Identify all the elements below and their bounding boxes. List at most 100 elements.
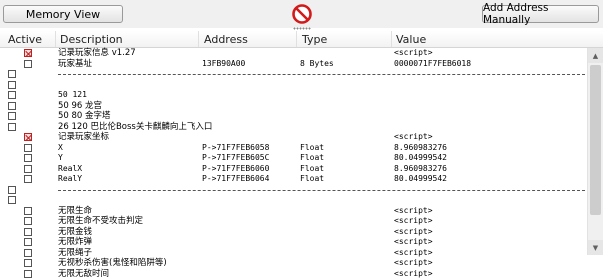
table-row[interactable]: 无限绳子 <script> (0, 248, 603, 259)
active-checkbox[interactable] (8, 196, 16, 204)
table-row[interactable]: RealY P->71F7FEB6064 Float 80.04999542 (0, 174, 603, 185)
table-row[interactable] (0, 80, 603, 91)
active-checkbox[interactable] (24, 154, 32, 162)
value-cell: 80.04999542 (394, 174, 447, 185)
active-checkbox[interactable] (24, 270, 32, 278)
active-checkbox[interactable] (24, 238, 32, 246)
description-cell: 记录玩家坐标 (58, 132, 109, 143)
header-type[interactable]: Type (302, 33, 327, 46)
active-checkbox[interactable] (24, 60, 32, 68)
value-cell: 8.960983276 (394, 143, 447, 154)
active-checkbox[interactable] (8, 123, 16, 131)
table-row[interactable]: 50 121 (0, 90, 603, 101)
header-address[interactable]: Address (204, 33, 248, 46)
table-row[interactable]: 无限炸弹 <script> (0, 237, 603, 248)
description-cell: RealY (58, 174, 82, 185)
active-checkbox[interactable] (24, 144, 32, 152)
active-checkbox[interactable] (24, 133, 32, 141)
type-cell: 8 Bytes (300, 59, 334, 70)
description-cell: 无限无敌时间 (58, 269, 109, 279)
description-cell: 无限金钱 (58, 227, 92, 238)
table-row[interactable]: 无限无敌时间 <script> (0, 269, 603, 279)
prohibit-icon[interactable] (291, 3, 313, 25)
address-cell: P->71F7FEB6058 (202, 143, 269, 154)
table-header: Active Description Address Type Value (0, 31, 603, 48)
table-row[interactable]: X P->71F7FEB6058 Float 8.960983276 (0, 143, 603, 154)
description-cell: 无限生命不受攻击判定 (58, 216, 143, 227)
description-cell: 无视秒杀伤害(鬼怪和陷阱等) (58, 258, 167, 269)
active-checkbox[interactable] (8, 112, 16, 120)
description-cell: 无限绳子 (58, 248, 92, 259)
value-cell: <script> (394, 248, 433, 259)
active-checkbox[interactable] (24, 259, 32, 267)
scroll-up-icon[interactable]: ▲ (588, 48, 603, 63)
description-cell: 记录玩家信息 v1.27 (58, 48, 136, 59)
active-checkbox[interactable] (24, 228, 32, 236)
value-cell: <script> (394, 132, 433, 143)
value-cell: <script> (394, 237, 433, 248)
address-cell: P->71F7FEB6060 (202, 164, 269, 175)
table-row[interactable]: 50 80 金字塔 (0, 111, 603, 122)
active-checkbox[interactable] (8, 70, 16, 78)
type-cell: Float (300, 174, 324, 185)
table-row[interactable] (0, 195, 603, 206)
toolbar: Memory View Add Address Manually (0, 0, 603, 28)
value-cell: 8.960983276 (394, 164, 447, 175)
active-checkbox[interactable] (24, 175, 32, 183)
table-row[interactable]: RealX P->71F7FEB6060 Float 8.960983276 (0, 164, 603, 175)
active-checkbox[interactable] (8, 186, 16, 194)
description-cell: 玩家基址 (58, 59, 92, 70)
value-cell: 0000071F7FEB6018 (394, 59, 471, 70)
add-address-manually-button[interactable]: Add Address Manually (482, 5, 599, 23)
active-checkbox[interactable] (8, 102, 16, 110)
active-checkbox[interactable] (8, 81, 16, 89)
active-checkbox[interactable] (24, 207, 32, 215)
splitter-grip[interactable] (293, 27, 311, 30)
table-row[interactable]: 26 120 巴比伦Boss关卡麒麟向上飞入口 (0, 122, 603, 133)
type-cell: Float (300, 164, 324, 175)
description-cell: Y (58, 153, 63, 164)
description-cell: X (58, 143, 63, 154)
vertical-scrollbar[interactable]: ▲ ▼ (587, 48, 603, 255)
table-row[interactable]: 记录玩家坐标 <script> (0, 132, 603, 143)
active-checkbox[interactable] (24, 165, 32, 173)
table-row[interactable]: 50 96 龙宫 (0, 101, 603, 112)
separator-row[interactable] (0, 185, 603, 196)
table-row[interactable]: 无视秒杀伤害(鬼怪和陷阱等)<script> (0, 258, 603, 269)
group-separator (58, 190, 585, 191)
header-value[interactable]: Value (396, 33, 426, 46)
active-checkbox[interactable] (24, 217, 32, 225)
group-separator (58, 74, 585, 75)
separator-row[interactable] (0, 69, 603, 80)
table-row[interactable]: 玩家基址13FB90A008 Bytes0000071F7FEB6018 (0, 59, 603, 70)
value-cell: <script> (394, 216, 433, 227)
header-active[interactable]: Active (8, 33, 42, 46)
description-cell: 50 96 龙宫 (58, 101, 102, 112)
active-checkbox[interactable] (24, 49, 32, 57)
header-description[interactable]: Description (60, 33, 123, 46)
description-cell: 50 80 金字塔 (58, 111, 111, 122)
description-cell: RealX (58, 164, 82, 175)
active-checkbox[interactable] (8, 91, 16, 99)
description-cell: 无限生命 (58, 206, 92, 217)
description-cell: 26 120 巴比伦Boss关卡麒麟向上飞入口 (58, 122, 212, 133)
scroll-down-icon[interactable]: ▼ (588, 240, 603, 255)
table-row[interactable]: 无限金钱<script> (0, 227, 603, 238)
table-row[interactable]: 无限生命不受攻击判定 <script> (0, 216, 603, 227)
table-row[interactable]: 无限生命 <script> (0, 206, 603, 217)
active-checkbox[interactable] (24, 249, 32, 257)
address-cell: P->71F7FEB6064 (202, 174, 269, 185)
value-cell: 80.04999542 (394, 153, 447, 164)
table-row[interactable]: 记录玩家信息 v1.27 <script> (0, 48, 603, 59)
description-cell: 无限炸弹 (58, 237, 92, 248)
address-cell: P->71F7FEB605C (202, 153, 269, 164)
type-cell: Float (300, 153, 324, 164)
scroll-thumb[interactable] (590, 65, 601, 215)
table-row[interactable]: Y P->71F7FEB605C Float 80.04999542 (0, 153, 603, 164)
description-cell: 50 121 (58, 90, 87, 101)
value-cell: <script> (394, 269, 433, 279)
memory-view-button[interactable]: Memory View (3, 5, 123, 23)
value-cell: <script> (394, 206, 433, 217)
value-cell: <script> (394, 48, 433, 59)
type-cell: Float (300, 143, 324, 154)
